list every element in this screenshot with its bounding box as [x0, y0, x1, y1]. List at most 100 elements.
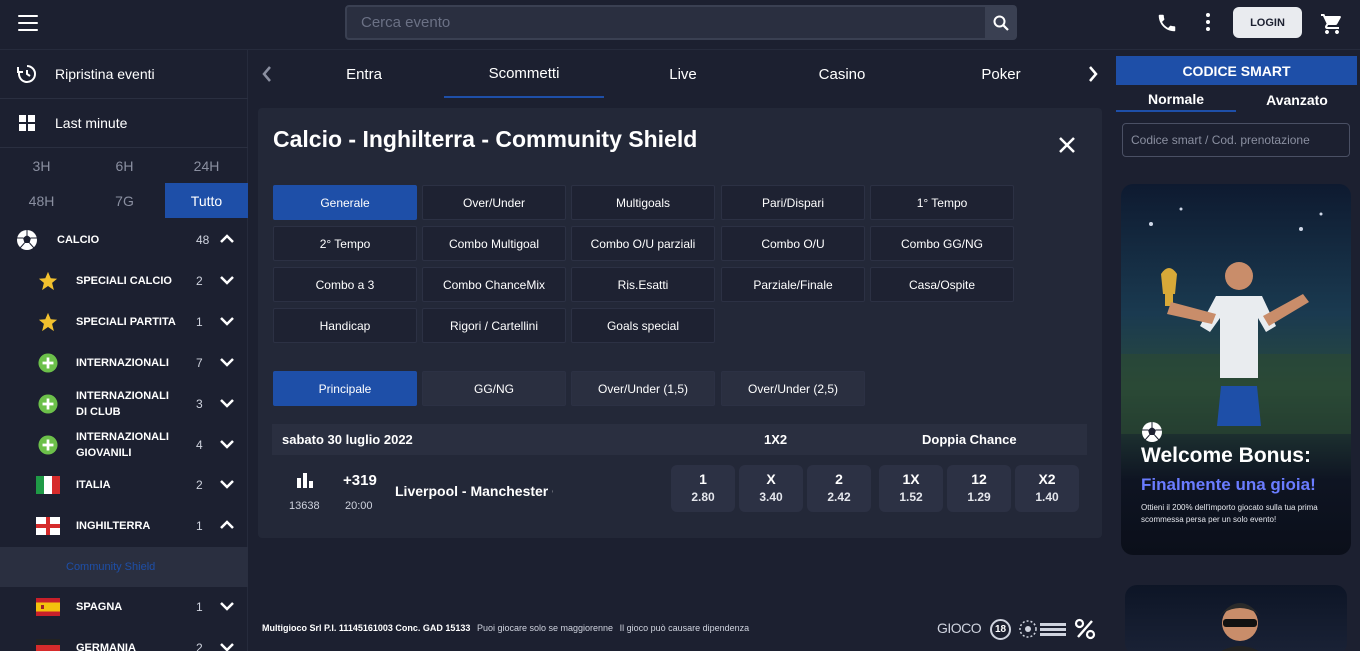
chevron-down-icon — [220, 276, 234, 285]
category-speciali-partita[interactable]: SPECIALI PARTITA 1 — [0, 302, 248, 342]
market-combo-ou[interactable]: Combo O/U — [721, 226, 865, 261]
category-italia[interactable]: ITALIA 2 — [0, 465, 248, 505]
tab-scommetti[interactable]: Scommetti — [444, 50, 604, 98]
market-casa-ospite[interactable]: Casa/Ospite — [870, 267, 1014, 302]
person-illustration — [1219, 603, 1261, 651]
search-input[interactable] — [345, 5, 987, 40]
category-count: 2 — [196, 478, 203, 492]
event-match-name[interactable]: Liverpool - Manchester City — [395, 483, 553, 499]
market-over-under[interactable]: Over/Under — [422, 185, 566, 220]
tab-avanzato[interactable]: Avanzato — [1237, 88, 1357, 112]
footer-legal: Multigioco Srl P.I. 11145161003 Conc. GA… — [262, 623, 471, 633]
column-doppia-chance: Doppia Chance — [922, 432, 1017, 447]
page-title: Calcio - Inghilterra - Community Shield — [273, 126, 698, 152]
market-pari-dispari[interactable]: Pari/Dispari — [721, 185, 865, 220]
plus-circle-icon — [38, 394, 58, 414]
category-name: SPECIALI CALCIO — [76, 275, 172, 287]
odd-x[interactable]: X 3.40 — [739, 465, 803, 512]
category-internazionali[interactable]: INTERNAZIONALI 7 — [0, 343, 248, 383]
time-filter-3h[interactable]: 3H — [0, 148, 83, 183]
odd-1x[interactable]: 1X 1.52 — [879, 465, 943, 512]
close-icon[interactable] — [1058, 136, 1076, 154]
tab-normale[interactable]: Normale — [1116, 88, 1236, 112]
stats-icon[interactable] — [296, 472, 314, 488]
event-date: sabato 30 luglio 2022 — [282, 432, 413, 447]
adm-logo-icon — [1019, 620, 1066, 638]
market-ris-esatti[interactable]: Ris.Esatti — [571, 267, 715, 302]
market-rigori-cartellini[interactable]: Rigori / Cartellini — [422, 308, 566, 343]
market-secondo-tempo[interactable]: 2° Tempo — [273, 226, 417, 261]
banner-text: Ottieni il 200% dell'importo giocato sul… — [1141, 503, 1318, 524]
market-multigoals[interactable]: Multigoals — [571, 185, 715, 220]
tab-casino[interactable]: Casino — [762, 50, 922, 98]
odd-1[interactable]: 1 2.80 — [671, 465, 735, 512]
odd-12[interactable]: 12 1.29 — [947, 465, 1011, 512]
market-combo-chancemix[interactable]: Combo ChanceMix — [422, 267, 566, 302]
market-generale[interactable]: Generale — [273, 185, 417, 220]
phone-icon[interactable] — [1156, 12, 1178, 34]
subfilter-over-under-25[interactable]: Over/Under (2,5) — [721, 371, 865, 406]
smart-code-input[interactable] — [1122, 123, 1350, 157]
search-button[interactable] — [985, 5, 1017, 40]
market-combo-ou-parziali[interactable]: Combo O/U parziali — [571, 226, 715, 261]
soccer-ball-icon — [17, 230, 37, 250]
category-germania[interactable]: GERMANIA 2 — [0, 628, 248, 651]
left-sidebar: Ripristina eventi Last minute 3H 6H 24H … — [0, 50, 248, 651]
footer-warning-addiction: Il gioco può causare dipendenza — [619, 623, 750, 633]
subfilter-over-under-15[interactable]: Over/Under (1,5) — [571, 371, 715, 406]
category-spagna[interactable]: SPAGNA 1 — [0, 587, 248, 627]
market-combo-gg-ng[interactable]: Combo GG/NG — [870, 226, 1014, 261]
market-handicap[interactable]: Handicap — [273, 308, 417, 343]
cart-icon[interactable] — [1320, 12, 1344, 36]
market-combo-multigoal[interactable]: Combo Multigoal — [422, 226, 566, 261]
market-primo-tempo[interactable]: 1° Tempo — [870, 185, 1014, 220]
sport-calcio[interactable]: CALCIO 48 — [0, 220, 248, 260]
restore-events-item[interactable]: Ripristina eventi — [0, 62, 248, 86]
category-inghilterra[interactable]: INGHILTERRA 1 — [0, 506, 248, 546]
germany-flag-icon — [36, 639, 60, 651]
section-tabs: Entra Scommetti Live Casino Poker — [250, 50, 1110, 98]
tab-poker[interactable]: Poker — [921, 50, 1081, 98]
odd-value: 3.40 — [759, 490, 783, 504]
market-combo-a-3[interactable]: Combo a 3 — [273, 267, 417, 302]
age-18-badge: 18 — [990, 619, 1011, 640]
chevron-down-icon — [220, 317, 234, 326]
odd-x2[interactable]: X2 1.40 — [1015, 465, 1079, 512]
login-button[interactable]: LOGIN — [1233, 7, 1302, 38]
codice-smart-button[interactable]: CODICE SMART — [1116, 56, 1357, 85]
plus-circle-icon — [38, 435, 58, 455]
tab-live[interactable]: Live — [603, 50, 763, 98]
menu-icon[interactable] — [18, 15, 38, 31]
subcategory-community-shield[interactable]: Community Shield — [0, 547, 248, 587]
time-filter-48h[interactable]: 48H — [0, 183, 83, 218]
time-filter-24h[interactable]: 24H — [165, 148, 248, 183]
chevron-left-icon[interactable] — [260, 64, 274, 84]
last-minute-item[interactable]: Last minute — [0, 111, 248, 135]
category-internazionali-giovanili[interactable]: INTERNAZIONALI GIOVANILI 4 — [0, 425, 248, 465]
time-filter-6h[interactable]: 6H — [83, 148, 166, 183]
welcome-bonus-banner[interactable]: Welcome Bonus: Finalmente una gioia! Ott… — [1121, 184, 1351, 555]
category-count: 2 — [196, 641, 203, 651]
grid-icon — [16, 112, 38, 134]
promo-banner[interactable] — [1125, 585, 1347, 651]
chevron-right-icon[interactable] — [1086, 64, 1100, 84]
category-internazionali-di-club[interactable]: INTERNAZIONALI DI CLUB 3 — [0, 384, 248, 424]
chevron-down-icon — [220, 440, 234, 449]
category-speciali-calcio[interactable]: SPECIALI CALCIO 2 — [0, 261, 248, 301]
percent-icon — [1074, 618, 1096, 640]
more-options-icon[interactable] — [1203, 13, 1213, 33]
chevron-down-icon — [220, 399, 234, 408]
subfilter-gg-ng[interactable]: GG/NG — [422, 371, 566, 406]
category-name: INTERNAZIONALI — [76, 357, 169, 369]
time-filter-7g[interactable]: 7G — [83, 183, 166, 218]
italy-flag-icon — [36, 476, 60, 494]
tab-entra[interactable]: Entra — [284, 50, 444, 98]
more-markets-link[interactable]: +319 — [343, 472, 377, 489]
odd-2[interactable]: 2 2.42 — [807, 465, 871, 512]
subfilter-principale[interactable]: Principale — [273, 371, 417, 406]
market-parziale-finale[interactable]: Parziale/Finale — [721, 267, 865, 302]
footer: Multigioco Srl P.I. 11145161003 Conc. GA… — [262, 623, 749, 633]
search-icon — [993, 15, 1009, 31]
market-goals-special[interactable]: Goals special — [571, 308, 715, 343]
time-filter-tutto[interactable]: Tutto — [165, 183, 248, 218]
